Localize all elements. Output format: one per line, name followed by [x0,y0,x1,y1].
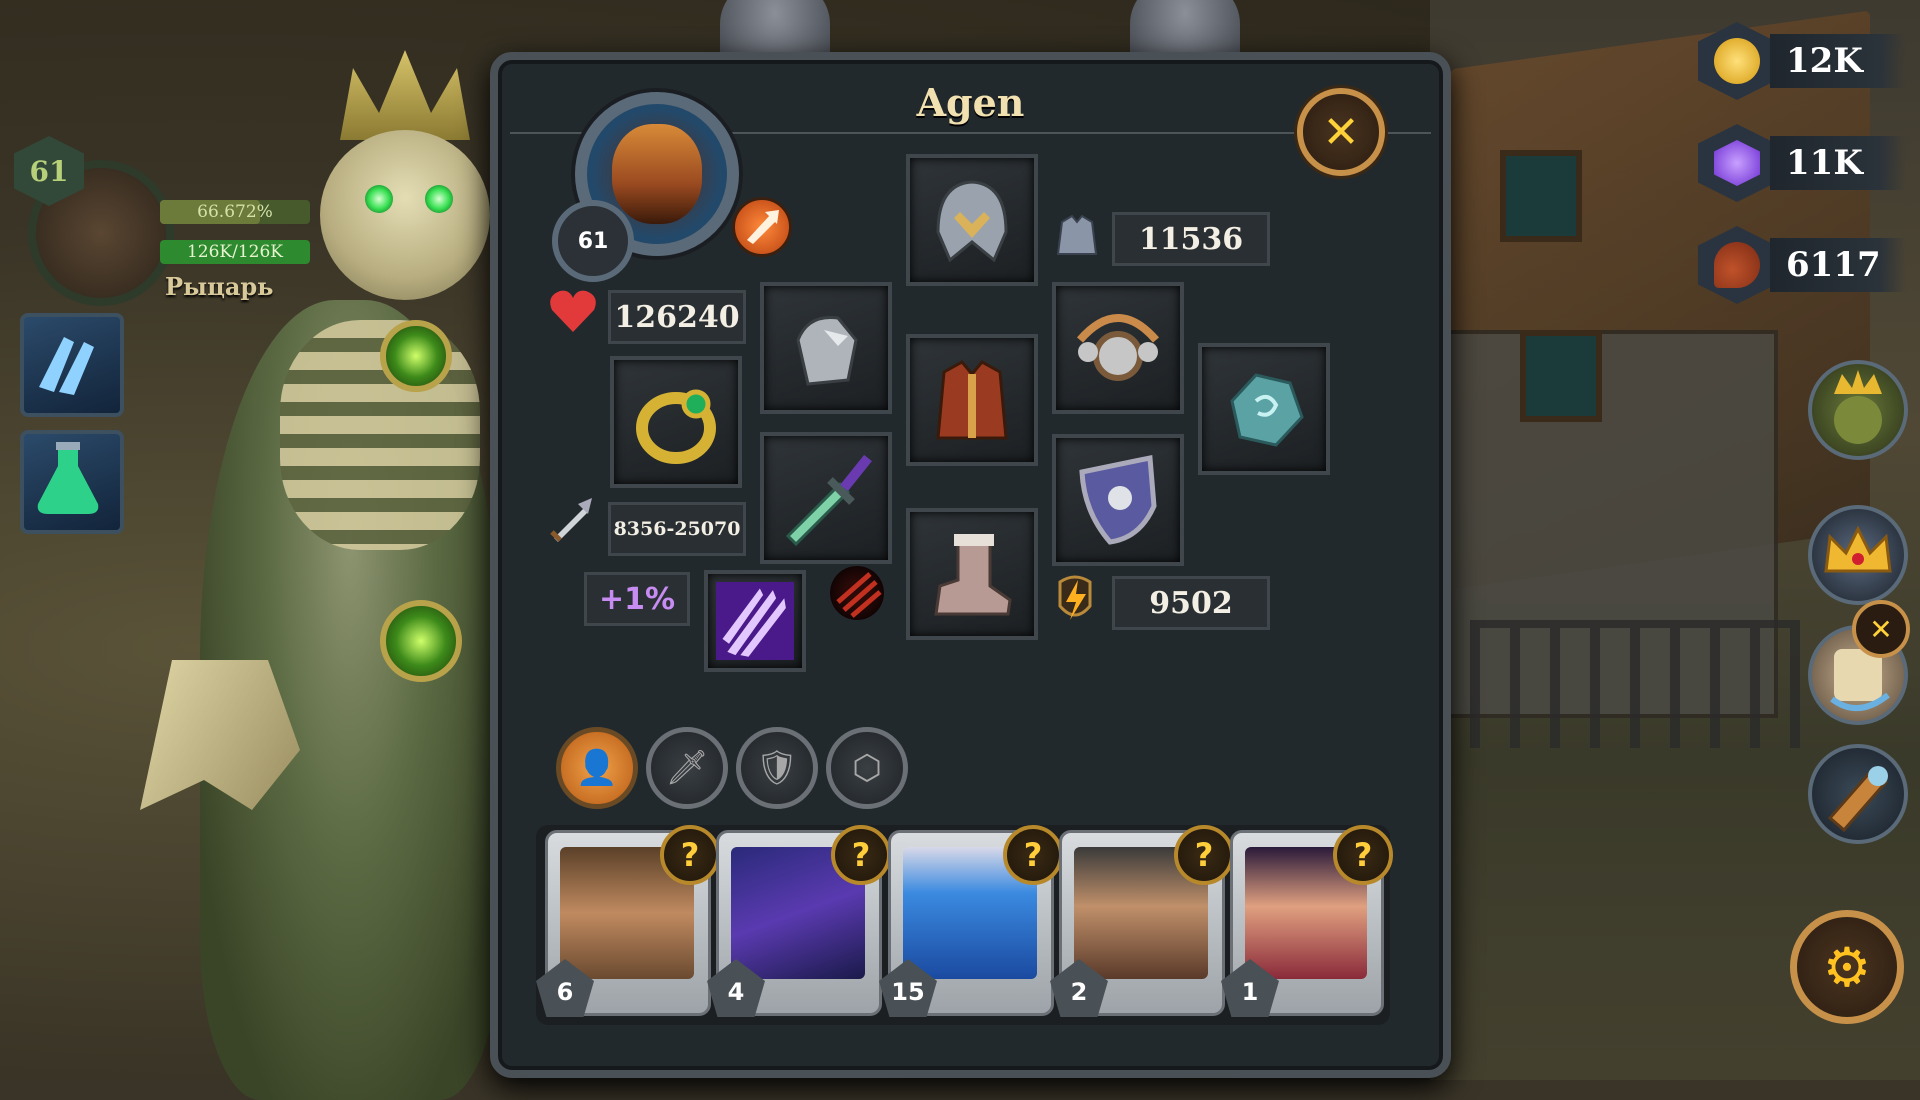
boss-eye [365,185,393,213]
sword-icon: 🗡 [665,748,709,788]
gloves-slot[interactable] [760,282,892,414]
house-window [1500,150,1582,242]
health-value: 126240 [608,290,746,344]
tab-weapons[interactable]: 🗡 [646,727,728,809]
gear-icon: ⚙ [1822,935,1872,999]
tab-runes[interactable]: ⬡ [826,727,908,809]
amulet-icon [1076,314,1160,381]
shield-icon [1079,454,1157,545]
sword-icon [785,454,872,546]
question-badge-icon[interactable]: ? [1174,825,1234,885]
close-button[interactable]: ✕ [1297,88,1385,176]
boss-gem [380,320,452,392]
meat-value: 6117 [1770,238,1906,292]
orc-king-button[interactable] [1808,360,1908,460]
fence [1470,620,1800,748]
claw-skill-icon [716,582,794,660]
target-name: Рыцарь [165,272,274,301]
skill-slot[interactable] [704,570,806,672]
hero-card[interactable]: ? 4 [707,825,891,1017]
gems-value: 11K [1770,136,1906,190]
amulet-slot[interactable] [1052,282,1184,414]
chest-slot[interactable] [906,334,1038,466]
target-progress-bar: 66.672% [160,200,310,224]
question-badge-icon[interactable]: ? [1333,825,1393,885]
hero-helmet-portrait [612,124,702,224]
heart-icon [550,290,596,332]
boss-crown [340,50,470,140]
crown-button[interactable] [1808,505,1908,605]
helmet-icon [936,180,1008,263]
class-arrowhead-icon[interactable] [732,197,792,257]
close-quest-button[interactable]: ✕ [1852,600,1910,658]
armor-value: 11536 [1112,212,1270,266]
boots-slot[interactable] [906,508,1038,640]
hero-level-badge: 61 [552,200,634,282]
gold-value: 12K [1770,34,1906,88]
tab-defense[interactable]: 🛡 [736,727,818,809]
gold-counter[interactable]: 12K [1698,22,1908,102]
gems-counter[interactable]: 11K [1698,124,1908,204]
boss-eye [425,185,453,213]
boss-skull [320,130,490,300]
potion-button[interactable] [20,430,124,534]
settings-button[interactable]: ⚙ [1790,910,1904,1024]
ring-icon [636,389,716,464]
armor-icon [1056,214,1098,255]
question-badge-icon[interactable]: ? [831,825,891,885]
bleed-effect-icon[interactable] [830,566,884,620]
person-icon: 👤 [575,748,619,788]
house-window [1520,330,1602,422]
purple-gem-icon [1698,124,1776,202]
spyglass-button[interactable] [1808,744,1908,844]
target-progress-text: 66.672% [197,202,273,222]
hero-card[interactable]: ? 2 [1050,825,1234,1017]
damage-value: 8356-25070 [608,502,746,556]
damage-sword-icon [550,498,592,542]
gold-coin-icon [1698,22,1776,100]
shield-icon: 🛡 [755,748,799,788]
boss-belt-gem [380,600,462,682]
boot-icon [934,534,1012,616]
relic-slot[interactable] [1198,343,1330,475]
hero-card[interactable]: ? 6 [536,825,720,1017]
bonus-percent: +1% [584,572,690,626]
hero-card[interactable]: ? 15 [879,825,1063,1017]
helmet-slot[interactable] [906,154,1038,286]
hero-card[interactable]: ? 1 [1221,825,1393,1017]
ring-slot[interactable] [610,356,742,488]
ice-claw-skill-button[interactable] [20,313,124,417]
chest-armor-icon [936,360,1008,440]
meat-icon [1698,226,1776,304]
rune-stone-icon [1230,373,1304,447]
question-badge-icon[interactable]: ? [660,825,720,885]
energy-bolt-icon [1058,575,1092,620]
target-hp-bar: 126K/126K [160,240,310,264]
hexagon-icon: ⬡ [852,748,882,788]
meat-counter[interactable]: 6117 [1698,226,1908,306]
gauntlet-icon [796,315,858,386]
question-badge-icon[interactable]: ? [1003,825,1063,885]
tab-character[interactable]: 👤 [556,727,638,809]
target-hp-text: 126K/126K [186,242,284,262]
weapon-slot[interactable] [760,432,892,564]
offhand-slot[interactable] [1052,434,1184,566]
energy-value: 9502 [1112,576,1270,630]
